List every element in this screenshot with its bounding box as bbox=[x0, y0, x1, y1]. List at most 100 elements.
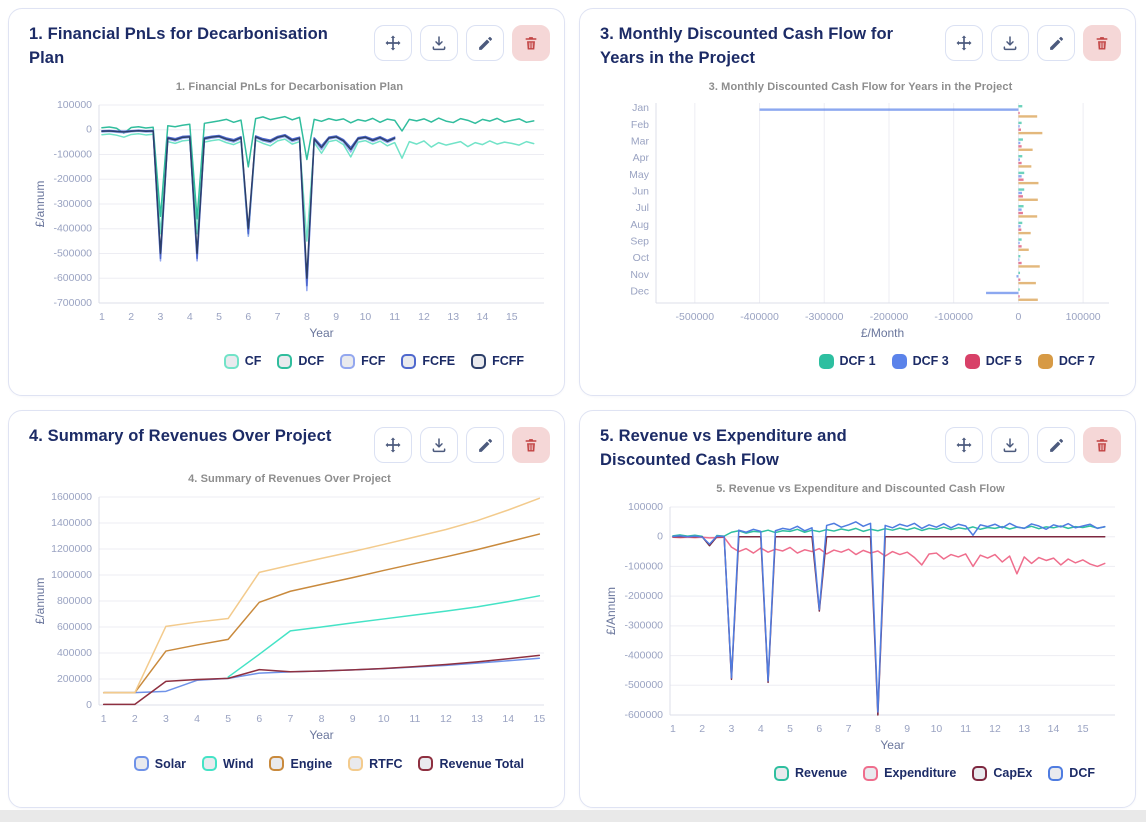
legend-label: RTFC bbox=[369, 757, 402, 771]
legend-item-dcf[interactable]: DCF bbox=[1048, 766, 1095, 781]
legend-item-fcf[interactable]: FCF bbox=[340, 354, 385, 369]
legend-swatch bbox=[863, 766, 878, 781]
revenue-expenditure-line-chart[interactable] bbox=[600, 497, 1123, 757]
legend-item-fcfe[interactable]: FCFE bbox=[401, 354, 455, 369]
card-financial-pnls: 1. Financial PnLs for Decarbonisation Pl… bbox=[8, 8, 565, 396]
legend-item-engine[interactable]: Engine bbox=[269, 756, 332, 771]
card-header: 4. Summary of Revenues Over Project bbox=[29, 425, 550, 463]
legend-swatch bbox=[1048, 766, 1063, 781]
revenue-expenditure-chart-legend: Revenue Expenditure CapEx DCF bbox=[600, 766, 1121, 781]
trash-icon bbox=[1094, 437, 1110, 454]
edit-button[interactable] bbox=[466, 427, 504, 463]
delete-button[interactable] bbox=[1083, 427, 1121, 463]
card-header: 5. Revenue vs Expenditure and Discounted… bbox=[600, 425, 1121, 473]
legend-item-dcf-7[interactable]: DCF 7 bbox=[1038, 354, 1095, 369]
download-button[interactable] bbox=[420, 25, 458, 61]
edit-button[interactable] bbox=[1037, 25, 1075, 61]
legend-item-expenditure[interactable]: Expenditure bbox=[863, 766, 956, 781]
legend-item-capex[interactable]: CapEx bbox=[972, 766, 1032, 781]
trash-icon bbox=[1094, 35, 1110, 52]
pencil-icon bbox=[477, 437, 494, 454]
legend-label: FCFE bbox=[422, 354, 455, 368]
card-actions bbox=[945, 23, 1121, 61]
next-row-card-edge bbox=[0, 810, 1146, 822]
revenue-summary-chart-legend: Solar Wind Engine RTFC Revenue Total bbox=[29, 756, 550, 771]
monthly-dcf-bar-chart[interactable] bbox=[600, 95, 1123, 345]
download-button[interactable] bbox=[420, 427, 458, 463]
card-actions bbox=[374, 425, 550, 463]
download-icon bbox=[1001, 436, 1019, 454]
legend-swatch bbox=[965, 354, 980, 369]
legend-swatch bbox=[202, 756, 217, 771]
download-button[interactable] bbox=[991, 427, 1029, 463]
delete-button[interactable] bbox=[512, 427, 550, 463]
card-title: 5. Revenue vs Expenditure and Discounted… bbox=[600, 425, 945, 473]
move-button[interactable] bbox=[945, 427, 983, 463]
legend-label: DCF 7 bbox=[1059, 354, 1095, 368]
legend-item-cf[interactable]: CF bbox=[224, 354, 262, 369]
legend-swatch bbox=[269, 756, 284, 771]
move-button[interactable] bbox=[945, 25, 983, 61]
legend-item-dcf-3[interactable]: DCF 3 bbox=[892, 354, 949, 369]
trash-icon bbox=[523, 35, 539, 52]
legend-label: DCF bbox=[1069, 766, 1095, 780]
legend-label: Engine bbox=[290, 757, 332, 771]
card-revenue-vs-expenditure: 5. Revenue vs Expenditure and Discounted… bbox=[579, 410, 1136, 808]
legend-swatch bbox=[348, 756, 363, 771]
legend-swatch bbox=[819, 354, 834, 369]
legend-label: Expenditure bbox=[884, 766, 956, 780]
card-revenue-summary: 4. Summary of Revenues Over Project 4. S… bbox=[8, 410, 565, 808]
trash-icon bbox=[523, 437, 539, 454]
legend-label: DCF 5 bbox=[986, 354, 1022, 368]
pencil-icon bbox=[1048, 437, 1065, 454]
chart-inner-title: 3. Monthly Discounted Cash Flow for Year… bbox=[600, 81, 1121, 93]
card-title: 1. Financial PnLs for Decarbonisation Pl… bbox=[29, 23, 374, 71]
legend-item-revenue[interactable]: Revenue bbox=[774, 766, 847, 781]
chart-inner-title: 4. Summary of Revenues Over Project bbox=[29, 473, 550, 485]
move-button[interactable] bbox=[374, 427, 412, 463]
revenue-summary-line-chart[interactable] bbox=[29, 487, 552, 747]
legend-item-rtfc[interactable]: RTFC bbox=[348, 756, 402, 771]
card-monthly-dcf: 3. Monthly Discounted Cash Flow for Year… bbox=[579, 8, 1136, 396]
legend-item-revenue-total[interactable]: Revenue Total bbox=[418, 756, 524, 771]
legend-item-wind[interactable]: Wind bbox=[202, 756, 253, 771]
move-icon bbox=[384, 34, 402, 52]
legend-swatch bbox=[892, 354, 907, 369]
legend-swatch bbox=[340, 354, 355, 369]
download-button[interactable] bbox=[991, 25, 1029, 61]
pnl-line-chart[interactable] bbox=[29, 95, 552, 345]
legend-item-dcf-5[interactable]: DCF 5 bbox=[965, 354, 1022, 369]
edit-button[interactable] bbox=[466, 25, 504, 61]
card-title: 4. Summary of Revenues Over Project bbox=[29, 425, 339, 449]
download-icon bbox=[1001, 34, 1019, 52]
pencil-icon bbox=[1048, 35, 1065, 52]
legend-label: DCF 3 bbox=[913, 354, 949, 368]
legend-label: Wind bbox=[223, 757, 253, 771]
move-icon bbox=[955, 34, 973, 52]
pnl-chart-legend: CF DCF FCF FCFE FCFF bbox=[29, 354, 550, 369]
legend-swatch bbox=[134, 756, 149, 771]
legend-swatch bbox=[471, 354, 486, 369]
legend-swatch bbox=[418, 756, 433, 771]
delete-button[interactable] bbox=[512, 25, 550, 61]
legend-item-dcf-1[interactable]: DCF 1 bbox=[819, 354, 876, 369]
delete-button[interactable] bbox=[1083, 25, 1121, 61]
legend-swatch bbox=[401, 354, 416, 369]
edit-button[interactable] bbox=[1037, 427, 1075, 463]
legend-swatch bbox=[277, 354, 292, 369]
legend-swatch bbox=[972, 766, 987, 781]
card-header: 3. Monthly Discounted Cash Flow for Year… bbox=[600, 23, 1121, 71]
legend-item-fcff[interactable]: FCFF bbox=[471, 354, 524, 369]
card-actions bbox=[945, 425, 1121, 463]
legend-item-dcf[interactable]: DCF bbox=[277, 354, 324, 369]
legend-label: CF bbox=[245, 354, 262, 368]
legend-item-solar[interactable]: Solar bbox=[134, 756, 186, 771]
card-title: 3. Monthly Discounted Cash Flow for Year… bbox=[600, 23, 945, 71]
legend-swatch bbox=[1038, 354, 1053, 369]
download-icon bbox=[430, 34, 448, 52]
move-icon bbox=[955, 436, 973, 454]
move-button[interactable] bbox=[374, 25, 412, 61]
legend-label: CapEx bbox=[993, 766, 1032, 780]
move-icon bbox=[384, 436, 402, 454]
legend-swatch bbox=[224, 354, 239, 369]
